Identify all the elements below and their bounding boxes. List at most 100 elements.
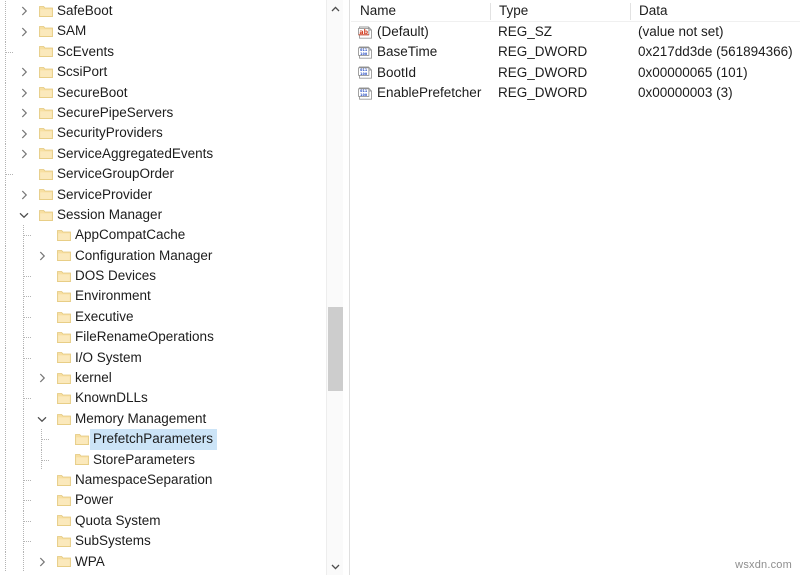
registry-values-list[interactable]: Name Type Data ab (Default) REG_SZ (value n… (351, 0, 800, 575)
tree-item-label: SecurityProviders (57, 125, 163, 141)
tree-item-label: ScsiPort (57, 64, 108, 80)
tree-item-quota-system[interactable]: Quota System (0, 510, 334, 532)
value-row[interactable]: ab (Default) REG_SZ (value not set) (351, 22, 800, 42)
folder-icon (57, 286, 71, 306)
tree-item-namespaceseparation[interactable]: NamespaceSeparation (0, 469, 334, 491)
column-header-type[interactable]: Type (490, 0, 528, 22)
tree-item-session-manager[interactable]: Session Manager (0, 204, 334, 226)
chevron-right-icon[interactable] (16, 62, 32, 82)
folder-icon (39, 123, 53, 143)
tree-guide-line (5, 490, 6, 511)
folder-icon (57, 409, 71, 429)
tree-guide-line (5, 102, 6, 124)
chevron-right-icon[interactable] (16, 103, 32, 123)
tree-item-label: Configuration Manager (75, 247, 213, 263)
folder-icon (57, 246, 71, 266)
splitter-line (349, 0, 350, 575)
tree-item-sam[interactable]: SAM (0, 21, 334, 42)
tree-guide-line (5, 429, 6, 450)
value-data: 0x00000003 (3) (638, 85, 733, 101)
chevron-right-icon[interactable] (16, 1, 32, 21)
tree-item-serviceprovider[interactable]: ServiceProvider (0, 184, 334, 205)
tree-item-scsiport[interactable]: ScsiPort (0, 62, 334, 83)
folder-icon (39, 164, 53, 184)
tree-item-kernel[interactable]: kernel (0, 368, 334, 389)
tree-item-memory-management[interactable]: Memory Management (0, 408, 334, 430)
folder-icon (57, 470, 71, 490)
tree-item-executive[interactable]: Executive (0, 306, 334, 328)
tree-item-power[interactable]: Power (0, 490, 334, 511)
tree-item-label: Session Manager (57, 206, 163, 222)
tree-guide-line (23, 368, 24, 389)
tree-item-label: ServiceAggregatedEvents (57, 145, 214, 161)
chevron-down-icon[interactable] (16, 205, 32, 225)
tree-item-label: WPA (75, 553, 105, 569)
value-row[interactable]: 011 100 BaseTime REG_DWORD 0x217dd3de (56189… (351, 42, 800, 62)
chevron-right-icon[interactable] (34, 552, 50, 572)
tree-guide-line (5, 245, 6, 267)
tree-item-filerenameoperations[interactable]: FileRenameOperations (0, 327, 334, 348)
tree-elbow-line (24, 296, 31, 298)
tree-item-scevents[interactable]: ScEvents (0, 41, 334, 63)
chevron-right-icon[interactable] (16, 83, 32, 103)
scrollbar-thumb[interactable] (328, 307, 343, 391)
column-header-name[interactable]: Name (351, 0, 396, 22)
folder-icon (39, 62, 53, 82)
tree-item-knowndlls[interactable]: KnownDLLs (0, 388, 334, 409)
tree-item-label: ServiceGroupOrder (57, 166, 175, 182)
tree-item-wpa[interactable]: WPA (0, 551, 334, 572)
folder-icon (39, 185, 53, 205)
chevron-right-icon[interactable] (16, 185, 32, 205)
tree-guide-line (5, 408, 6, 430)
tree-guide-line (5, 204, 6, 226)
tree-item-label: SubSystems (75, 533, 151, 549)
tree-guide-line (5, 123, 6, 144)
folder-icon (39, 103, 53, 123)
tree-item-safeboot[interactable]: SafeBoot (0, 1, 334, 22)
values-column-header[interactable]: Name Type Data (351, 0, 800, 22)
chevron-right-icon[interactable] (16, 144, 32, 164)
tree-item-serviceaggregatedevents[interactable]: ServiceAggregatedEvents (0, 143, 334, 165)
tree-item-environment[interactable]: Environment (0, 286, 334, 307)
tree-guide-line (5, 551, 6, 572)
tree-elbow-line (42, 439, 49, 441)
chevron-down-icon[interactable] (327, 558, 344, 575)
tree-guide-line (5, 21, 6, 42)
tree-item-label: Quota System (75, 512, 161, 528)
tree-item-storeparameters[interactable]: StoreParameters (0, 449, 334, 470)
chevron-right-icon[interactable] (16, 21, 32, 41)
value-type: REG_DWORD (498, 44, 588, 60)
chevron-right-icon[interactable] (34, 368, 50, 388)
tree-item-secureboot[interactable]: SecureBoot (0, 82, 334, 103)
tree-item-prefetchparameters[interactable]: PrefetchParameters (0, 429, 334, 450)
binary-value-icon: 011 100 (358, 86, 373, 101)
registry-key-tree[interactable]: SafeBoot SAM ScEvents ScsiPort SecureBoot Sec… (0, 0, 334, 576)
chevron-right-icon[interactable] (16, 123, 32, 143)
tree-guide-line (5, 266, 6, 287)
tree-item-subsystems[interactable]: SubSystems (0, 531, 334, 552)
chevron-right-icon[interactable] (34, 246, 50, 266)
tree-item-configuration-manager[interactable]: Configuration Manager (0, 245, 334, 267)
tree-item-appcompatcache[interactable]: AppCompatCache (0, 225, 334, 246)
value-row[interactable]: 011 100 BootId REG_DWORD 0x00000065 (101) (351, 63, 800, 83)
tree-item-dos-devices[interactable]: DOS Devices (0, 266, 334, 287)
values-rows-container: ab (Default) REG_SZ (value not set) 011 100 Ba… (351, 22, 800, 104)
tree-guide-line (5, 306, 6, 328)
tree-item-servicegrouporder[interactable]: ServiceGroupOrder (0, 164, 334, 185)
value-row[interactable]: 011 100 EnablePrefetcher REG_DWORD 0x0000000… (351, 83, 800, 103)
column-header-data[interactable]: Data (630, 0, 668, 22)
tree-guide-line (23, 551, 24, 572)
chevron-down-icon[interactable] (34, 409, 50, 429)
tree-item-label: NamespaceSeparation (75, 471, 213, 487)
tree-item-securityproviders[interactable]: SecurityProviders (0, 123, 334, 144)
tree-elbow-line (42, 459, 49, 461)
tree-item-i-o-system[interactable]: I/O System (0, 347, 334, 369)
tree-item-label: SafeBoot (57, 3, 113, 18)
pane-splitter[interactable] (343, 0, 351, 575)
tree-elbow-line (24, 520, 31, 522)
folder-icon (57, 348, 71, 368)
value-type: REG_SZ (498, 24, 553, 39)
chevron-up-icon[interactable] (327, 0, 344, 17)
tree-item-securepipeservers[interactable]: SecurePipeServers (0, 102, 334, 124)
tree-vertical-scrollbar[interactable] (326, 0, 344, 575)
